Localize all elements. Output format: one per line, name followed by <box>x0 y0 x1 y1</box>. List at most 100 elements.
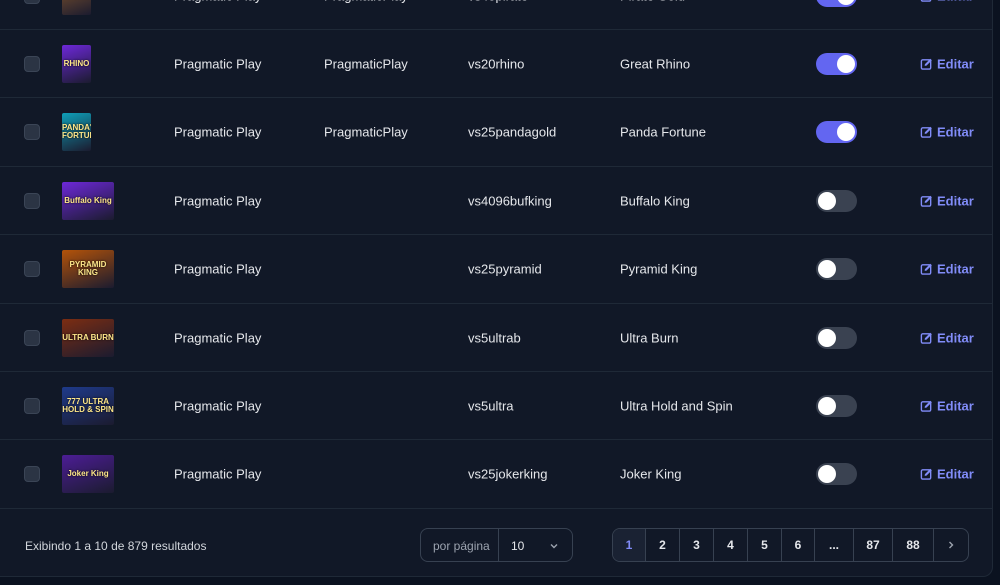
table-row: ULTRA BURN Pragmatic Play vs5ultrab Ultr… <box>0 304 992 372</box>
page-button-5[interactable]: 5 <box>748 529 782 561</box>
pagination-ellipsis: ... <box>815 529 854 561</box>
table-row: PYRAMID KING Pragmatic Play vs25pyramid … <box>0 236 992 304</box>
row-checkbox[interactable] <box>24 397 40 414</box>
thumbnail-label: Buffalo King <box>64 195 112 205</box>
toggle-knob <box>837 0 855 5</box>
toggle-knob <box>818 328 836 347</box>
active-toggle[interactable] <box>816 52 857 75</box>
edit-icon <box>920 127 932 139</box>
page-button-2[interactable]: 2 <box>646 529 680 561</box>
edit-button[interactable]: Editar <box>920 0 974 3</box>
chevron-down-icon <box>550 544 558 549</box>
row-checkbox[interactable] <box>24 466 40 483</box>
game-code-cell: vs5ultrab <box>468 330 521 345</box>
active-toggle[interactable] <box>816 121 857 144</box>
game-code-cell: vs25pandagold <box>468 124 557 140</box>
toggle-knob <box>818 260 836 279</box>
game-thumbnail: Buffalo King <box>62 181 114 220</box>
edit-label: Editar <box>937 193 974 209</box>
toggle-knob <box>818 396 836 415</box>
distribution-cell: PragmaticPlay <box>324 0 408 3</box>
active-toggle[interactable] <box>816 394 857 417</box>
game-code-cell: vs25jokerking <box>468 466 548 482</box>
game-name-cell: Pyramid King <box>620 261 698 277</box>
provider-cell: Pragmatic Play <box>174 261 262 277</box>
game-thumbnail: ULTRA BURN <box>62 318 114 357</box>
distribution-cell: PragmaticPlay <box>324 56 408 72</box>
table-row: Joker King Pragmatic Play vs25jokerking … <box>0 441 992 509</box>
edit-label: Editar <box>937 398 974 414</box>
provider-cell: Pragmatic Play <box>174 330 262 345</box>
provider-cell: Pragmatic Play <box>174 124 262 140</box>
thumbnail-label: Joker King <box>67 469 109 479</box>
edit-button[interactable]: Editar <box>920 125 974 140</box>
provider-cell: Pragmatic Play <box>174 0 261 3</box>
active-toggle[interactable] <box>816 189 857 212</box>
edit-label: Editar <box>937 0 974 3</box>
thumbnail-label: ULTRA BURN <box>62 332 114 342</box>
table-row: Buffalo King Pragmatic Play vs4096bufkin… <box>0 167 992 236</box>
thumbnail-label: PYRAMID KING <box>69 260 107 278</box>
game-thumbnail: RHINO <box>62 44 91 83</box>
per-page-select[interactable]: por página 10 <box>420 528 573 562</box>
edit-button[interactable]: Editar <box>920 193 974 208</box>
per-page-label: por página <box>433 539 490 553</box>
row-checkbox[interactable] <box>24 329 40 346</box>
game-name-cell: Ultra Burn <box>620 330 679 345</box>
table-footer: Exibindo 1 a 10 de 879 resultados por pá… <box>0 517 992 575</box>
toggle-knob <box>818 465 836 484</box>
row-checkbox[interactable] <box>24 0 40 4</box>
game-thumbnail: PANDA'S FORTUNE <box>62 113 91 152</box>
table-row: 777 ULTRA HOLD & SPIN Pragmatic Play vs5… <box>0 372 992 441</box>
row-checkbox[interactable] <box>24 124 40 141</box>
active-toggle[interactable] <box>816 258 857 281</box>
row-checkbox[interactable] <box>24 192 40 209</box>
game-name-cell: Ultra Hold and Spin <box>620 398 733 414</box>
edit-icon <box>920 0 932 2</box>
edit-button[interactable]: Editar <box>920 56 974 71</box>
edit-icon <box>920 195 932 207</box>
games-table-panel: PIRATE Pragmatic Play PragmaticPlay vs40… <box>0 0 993 577</box>
game-code-cell: vs40pirate <box>468 0 528 3</box>
game-name-cell: Great Rhino <box>620 56 691 72</box>
edit-label: Editar <box>937 261 974 277</box>
edit-icon <box>920 58 932 70</box>
provider-cell: Pragmatic Play <box>174 56 262 72</box>
thumbnail-label: PANDA'S FORTUNE <box>62 123 91 141</box>
edit-button[interactable]: Editar <box>920 467 974 482</box>
edit-button[interactable]: Editar <box>920 398 974 413</box>
chevron-right-icon <box>949 541 954 549</box>
page-button-3[interactable]: 3 <box>680 529 714 561</box>
game-name-cell: Panda Fortune <box>620 124 707 140</box>
game-name-cell: Buffalo King <box>620 193 690 209</box>
edit-button[interactable]: Editar <box>920 262 974 277</box>
page-button-6[interactable]: 6 <box>782 529 815 561</box>
provider-cell: Pragmatic Play <box>174 398 262 414</box>
edit-icon <box>920 400 932 412</box>
table-row: RHINO Pragmatic Play PragmaticPlay vs20r… <box>0 30 992 99</box>
row-checkbox[interactable] <box>24 55 40 72</box>
active-toggle[interactable] <box>816 0 857 7</box>
next-page-button[interactable] <box>934 529 968 561</box>
active-toggle[interactable] <box>816 326 857 349</box>
table-row: PIRATE Pragmatic Play PragmaticPlay vs40… <box>0 0 992 30</box>
game-code-cell: vs5ultra <box>468 398 514 414</box>
provider-cell: Pragmatic Play <box>174 193 262 209</box>
pagination: 1 2 3 4 5 6... 87 88 <box>612 528 969 562</box>
table-row: PANDA'S FORTUNE Pragmatic Play Pragmatic… <box>0 99 992 167</box>
page-button-1[interactable]: 1 <box>613 529 646 561</box>
game-thumbnail: PIRATE <box>62 0 91 15</box>
edit-icon <box>920 469 932 481</box>
results-summary: Exibindo 1 a 10 de 879 resultados <box>25 539 207 553</box>
per-page-value: 10 <box>511 539 525 553</box>
thumbnail-label: 777 ULTRA HOLD & SPIN <box>62 396 114 414</box>
page-button-87[interactable]: 87 <box>854 529 893 561</box>
page-button-88[interactable]: 88 <box>893 529 934 561</box>
edit-button[interactable]: Editar <box>920 330 974 345</box>
row-checkbox[interactable] <box>24 261 40 278</box>
active-toggle[interactable] <box>816 463 857 486</box>
game-name-cell: Joker King <box>620 466 682 482</box>
page-button-4[interactable]: 4 <box>714 529 748 561</box>
toggle-knob <box>837 54 855 73</box>
game-code-cell: vs25pyramid <box>468 261 542 277</box>
